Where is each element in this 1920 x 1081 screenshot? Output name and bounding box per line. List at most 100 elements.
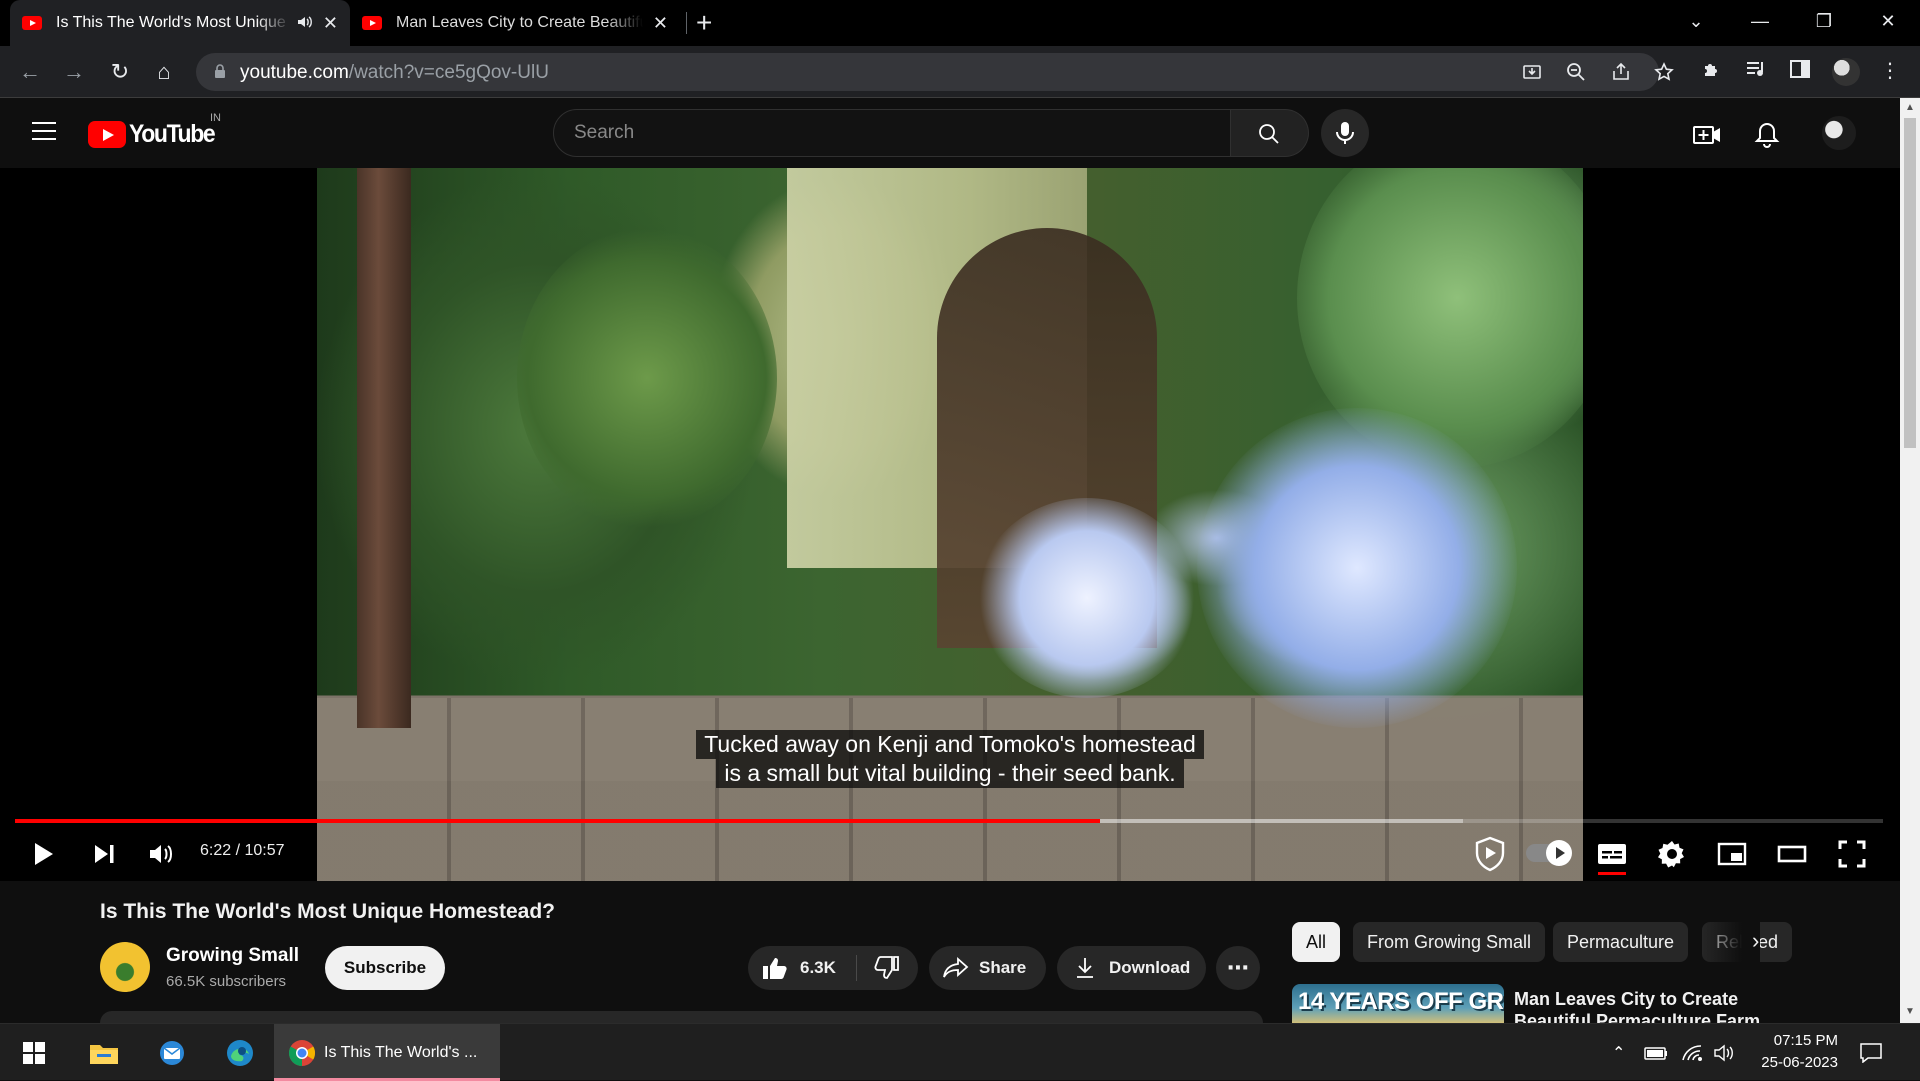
recommendation-title[interactable]: Man Leaves City to Create Beautiful Perm… bbox=[1514, 988, 1764, 1024]
theater-mode-button[interactable] bbox=[1774, 836, 1810, 872]
url-text: youtube.com/watch?v=ce5gQov-UlU bbox=[240, 62, 549, 84]
zoom-icon[interactable] bbox=[1564, 62, 1588, 87]
edge-browser-icon bbox=[227, 1039, 253, 1066]
close-tab-icon[interactable]: ✕ bbox=[653, 13, 668, 34]
back-icon[interactable]: ← bbox=[14, 56, 46, 88]
thumbs-up-icon bbox=[763, 958, 787, 979]
address-bar[interactable]: youtube.com/watch?v=ce5gQov-UlU bbox=[196, 53, 1674, 91]
search-field[interactable] bbox=[553, 109, 1231, 157]
settings-button[interactable] bbox=[1654, 836, 1690, 872]
like-dislike-group: 6.3K bbox=[748, 946, 918, 990]
create-video-icon[interactable] bbox=[1692, 120, 1722, 150]
taskbar-chrome-label: Is This The World's ... bbox=[324, 1043, 478, 1061]
play-button[interactable] bbox=[26, 836, 62, 872]
hamburger-menu-icon[interactable] bbox=[32, 122, 56, 140]
bookmark-star-icon[interactable] bbox=[1652, 62, 1676, 87]
edge-button[interactable] bbox=[208, 1024, 272, 1081]
tab-title: Is This The World's Most Unique Homestea… bbox=[56, 14, 291, 31]
voice-search-button[interactable] bbox=[1321, 109, 1369, 157]
recommendation-thumbnail[interactable]: 14 YEARS OFF GRID bbox=[1292, 984, 1504, 1024]
chip-all[interactable]: All bbox=[1292, 922, 1341, 962]
more-actions-button[interactable]: ⋯ bbox=[1216, 946, 1260, 990]
ad-block-shield-button[interactable] bbox=[1470, 836, 1510, 872]
minimize-icon[interactable]: — bbox=[1730, 0, 1790, 46]
share-button[interactable]: Share bbox=[929, 946, 1046, 990]
share-page-icon[interactable] bbox=[1609, 62, 1633, 87]
profile-avatar[interactable] bbox=[1832, 58, 1860, 86]
chrome-menu-icon[interactable]: ⋮ bbox=[1876, 58, 1904, 83]
video-scene-hydrangea bbox=[1197, 408, 1517, 728]
url-domain: youtube.com bbox=[240, 62, 349, 83]
forward-icon[interactable]: → bbox=[58, 56, 90, 88]
notifications-icon[interactable] bbox=[1860, 1024, 1882, 1081]
next-video-button[interactable] bbox=[86, 836, 122, 872]
fullscreen-button[interactable] bbox=[1834, 836, 1870, 872]
youtube-play-logo-icon bbox=[88, 121, 126, 148]
tab-title: Man Leaves City to Create Beautiful Perm… bbox=[396, 14, 643, 31]
windows-taskbar: Is This The World's ... ⌃ 07:15 PM 25-06… bbox=[0, 1023, 1920, 1081]
search-input[interactable] bbox=[554, 110, 1230, 156]
close-window-icon[interactable]: ✕ bbox=[1858, 0, 1918, 46]
wifi-icon[interactable] bbox=[1682, 1024, 1704, 1081]
more-horizontal-icon: ⋯ bbox=[1227, 955, 1249, 980]
mute-button[interactable] bbox=[144, 836, 180, 872]
channel-avatar[interactable] bbox=[100, 942, 150, 992]
battery-icon[interactable] bbox=[1644, 1024, 1668, 1081]
scroll-up-arrow-icon[interactable]: ▲ bbox=[1900, 102, 1920, 113]
subtitles-button[interactable] bbox=[1594, 836, 1630, 872]
caption-line-2: is a small but vital building - their se… bbox=[716, 759, 1184, 788]
file-explorer-button[interactable] bbox=[72, 1024, 136, 1081]
outlook-button[interactable] bbox=[140, 1024, 204, 1081]
youtube-logo[interactable]: YouTube IN bbox=[88, 112, 222, 149]
chevron-right-icon[interactable]: › bbox=[1752, 928, 1759, 954]
scroll-down-arrow-icon[interactable]: ▼ bbox=[1900, 1006, 1920, 1017]
video-scene-hydrangea bbox=[977, 498, 1197, 698]
miniplayer-button[interactable] bbox=[1714, 836, 1750, 872]
home-icon[interactable]: ⌂ bbox=[148, 56, 180, 88]
notifications-bell-icon[interactable] bbox=[1752, 120, 1782, 150]
tab-current-video[interactable]: Is This The World's Most Unique Homestea… bbox=[10, 0, 350, 46]
speaker-icon[interactable] bbox=[297, 15, 313, 32]
close-tab-icon[interactable]: ✕ bbox=[323, 13, 338, 34]
url-path: /watch?v=ce5gQov-UlU bbox=[348, 62, 549, 83]
scrollbar-thumb[interactable] bbox=[1904, 118, 1916, 448]
chip-from-growing-small[interactable]: From Growing Small bbox=[1353, 922, 1546, 962]
autoplay-toggle[interactable] bbox=[1526, 840, 1572, 866]
video-player[interactable]: Tucked away on Kenji and Tomoko's homest… bbox=[0, 168, 1900, 881]
closed-captions-icon bbox=[1598, 844, 1626, 864]
channel-name[interactable]: Growing Small bbox=[166, 945, 299, 967]
volume-icon bbox=[150, 845, 172, 863]
system-clock[interactable]: 07:15 PM 25-06-2023 bbox=[1730, 1030, 1838, 1074]
dislike-button[interactable] bbox=[857, 956, 917, 980]
tray-overflow-icon[interactable]: ⌃ bbox=[1612, 1024, 1625, 1081]
extensions-puzzle-icon[interactable] bbox=[1698, 58, 1726, 86]
download-button[interactable]: Download bbox=[1057, 946, 1206, 990]
media-control-icon[interactable] bbox=[1742, 58, 1770, 86]
install-app-icon[interactable] bbox=[1520, 62, 1544, 87]
like-button[interactable]: 6.3K bbox=[748, 956, 856, 980]
windows-logo-icon bbox=[23, 1041, 45, 1064]
subscriber-count: 66.5K subscribers bbox=[166, 973, 287, 990]
start-button[interactable] bbox=[2, 1024, 66, 1081]
restore-icon[interactable]: ❐ bbox=[1794, 0, 1854, 46]
video-title: Is This The World's Most Unique Homestea… bbox=[100, 900, 555, 923]
reload-icon[interactable]: ↻ bbox=[104, 56, 136, 88]
logo-wordmark: YouTube bbox=[129, 120, 216, 148]
side-panel-icon[interactable] bbox=[1786, 58, 1814, 86]
tab-man-leaves-city[interactable]: Man Leaves City to Create Beautiful Perm… bbox=[350, 0, 680, 46]
browser-tab-strip: Is This The World's Most Unique Homestea… bbox=[0, 0, 1920, 46]
video-scene-post bbox=[357, 168, 411, 728]
page-scrollbar[interactable]: ▲ ▼ bbox=[1900, 98, 1920, 1023]
progress-bar[interactable] bbox=[15, 819, 1883, 823]
subscribe-button[interactable]: Subscribe bbox=[325, 946, 445, 990]
lock-icon bbox=[215, 64, 225, 78]
search-button[interactable] bbox=[1231, 109, 1309, 157]
tab-search-chevron-icon[interactable]: ⌄ bbox=[1666, 0, 1726, 46]
account-avatar[interactable] bbox=[1822, 116, 1856, 150]
tab-separator bbox=[686, 12, 687, 34]
taskbar-chrome-window[interactable]: Is This The World's ... bbox=[274, 1024, 500, 1081]
gear-icon bbox=[1658, 841, 1684, 868]
youtube-masthead: YouTube IN bbox=[0, 98, 1900, 168]
new-tab-icon[interactable]: + bbox=[696, 8, 712, 38]
chip-permaculture[interactable]: Permaculture bbox=[1553, 922, 1689, 962]
